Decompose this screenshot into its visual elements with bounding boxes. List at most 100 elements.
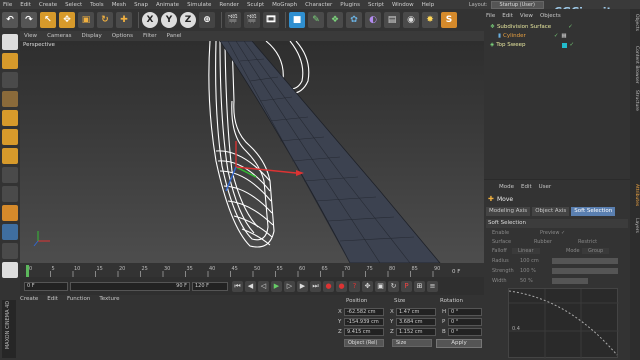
- radius-slider[interactable]: [552, 258, 618, 264]
- om-menu-view[interactable]: View: [520, 13, 533, 19]
- object-row-top-sweep[interactable]: ◈ Top Sweep ✓: [490, 42, 574, 48]
- locked-workplane-icon[interactable]: [2, 243, 18, 259]
- rotation-key-icon[interactable]: ↻: [388, 280, 399, 292]
- cube-primitive-icon[interactable]: ■: [289, 12, 305, 28]
- vp-menu-options[interactable]: Options: [112, 33, 133, 39]
- next-key-icon[interactable]: ▶: [297, 280, 308, 292]
- subdivision-surface-icon[interactable]: ❖: [327, 12, 343, 28]
- falloff-curve-graph[interactable]: [508, 288, 619, 359]
- model-mode-icon[interactable]: [2, 53, 18, 69]
- render-settings-icon[interactable]: 🎞: [263, 12, 279, 28]
- om-menu-file[interactable]: File: [486, 13, 495, 19]
- vp-menu-cameras[interactable]: Cameras: [47, 33, 71, 39]
- move-tool-icon[interactable]: ✥: [59, 12, 75, 28]
- goto-end-icon[interactable]: ⏭: [310, 280, 321, 292]
- menu-create[interactable]: Create: [39, 2, 57, 8]
- vp-menu-panel[interactable]: Panel: [167, 33, 182, 39]
- object-name[interactable]: Top Sweep: [496, 42, 525, 48]
- material-tag-icon[interactable]: [561, 42, 567, 48]
- size-y-field[interactable]: 3.684 cm: [396, 318, 436, 326]
- tweak-mode-icon[interactable]: [2, 186, 18, 202]
- am-menu-edit[interactable]: Edit: [521, 184, 532, 190]
- menu-mesh[interactable]: Mesh: [112, 2, 126, 8]
- play-icon[interactable]: ▶: [271, 280, 282, 292]
- scale-tool-icon[interactable]: ▣: [78, 12, 94, 28]
- mat-menu-texture[interactable]: Texture: [99, 296, 119, 302]
- mode-dropdown[interactable]: Group: [582, 248, 610, 254]
- x-axis-lock-icon[interactable]: X: [142, 12, 158, 28]
- position-x-field[interactable]: -62.582 cm: [344, 308, 384, 316]
- start-frame-field[interactable]: 0 F: [24, 281, 68, 291]
- visibility-dot-icon[interactable]: [561, 25, 565, 29]
- record-key-icon[interactable]: ●: [323, 280, 334, 292]
- position-y-field[interactable]: -154.939 cm: [344, 318, 384, 326]
- autokey-icon[interactable]: ●: [336, 280, 347, 292]
- camera-icon[interactable]: ◉: [403, 12, 419, 28]
- menu-character[interactable]: Character: [305, 2, 332, 8]
- rotation-h-field[interactable]: 0 °: [448, 308, 482, 316]
- menu-plugins[interactable]: Plugins: [340, 2, 360, 8]
- menu-window[interactable]: Window: [392, 2, 414, 8]
- prev-key-icon[interactable]: ◀: [245, 280, 256, 292]
- am-menu-user[interactable]: User: [539, 184, 552, 190]
- recent-tool-icon[interactable]: ✚: [116, 12, 132, 28]
- environment-icon[interactable]: ▤: [384, 12, 400, 28]
- object-row-cylinder[interactable]: ▮ Cylinder ✓ ▦: [498, 33, 567, 39]
- redo-icon[interactable]: ↷: [21, 12, 37, 28]
- pla-key-icon[interactable]: ⊞: [414, 280, 425, 292]
- polygons-mode-icon[interactable]: [2, 148, 18, 164]
- position-key-icon[interactable]: ✥: [362, 280, 373, 292]
- deformer-icon[interactable]: ◐: [365, 12, 381, 28]
- frame-range-slider[interactable]: 90 F: [70, 281, 190, 291]
- pen-spline-icon[interactable]: ✎: [308, 12, 324, 28]
- menu-select[interactable]: Select: [65, 2, 82, 8]
- menu-simulate[interactable]: Simulate: [187, 2, 211, 8]
- side-tab-content-browser[interactable]: Content Browser: [631, 46, 639, 84]
- rotation-b-field[interactable]: 0 °: [448, 328, 482, 336]
- scale-key-icon[interactable]: ▣: [375, 280, 386, 292]
- mat-menu-edit[interactable]: Edit: [47, 296, 58, 302]
- coordinate-system-icon[interactable]: ⊕: [199, 12, 215, 28]
- prev-frame-icon[interactable]: ◁: [258, 280, 269, 292]
- enable-snap-icon[interactable]: [2, 205, 18, 221]
- axis-mode-icon[interactable]: [2, 167, 18, 183]
- tab-object-axis[interactable]: Object Axis: [532, 207, 570, 216]
- menu-tools[interactable]: Tools: [90, 2, 104, 8]
- keyframe-selection-icon[interactable]: ?: [349, 280, 360, 292]
- rotation-p-field[interactable]: 0 °: [448, 318, 482, 326]
- points-mode-icon[interactable]: [2, 110, 18, 126]
- side-tab-structure[interactable]: Structure: [631, 90, 639, 111]
- texture-mode-icon[interactable]: [2, 72, 18, 88]
- coordinate-mode-dropdown[interactable]: Object (Rel): [344, 339, 384, 347]
- planar-workplane-icon[interactable]: [2, 262, 18, 278]
- menu-mograph[interactable]: MoGraph: [272, 2, 297, 8]
- menu-animate[interactable]: Animate: [156, 2, 179, 8]
- side-tab-objects[interactable]: Objects: [631, 14, 639, 31]
- timeline-ruler[interactable]: 0 5 10 15 20 25 30 35 40 45 50 55 60 65 70 75 80 85 90 0 F: [20, 263, 484, 277]
- object-name[interactable]: Subdivision Surface: [497, 24, 551, 30]
- menu-render[interactable]: Render: [219, 2, 239, 8]
- goto-start-icon[interactable]: ⏮: [232, 280, 243, 292]
- side-tab-attributes[interactable]: Attributes: [631, 184, 639, 206]
- tab-soft-selection[interactable]: Soft Selection: [571, 207, 616, 216]
- width-slider[interactable]: [552, 278, 588, 284]
- cloner-icon[interactable]: ✿: [346, 12, 362, 28]
- menu-sculpt[interactable]: Sculpt: [247, 2, 264, 8]
- make-editable-icon[interactable]: [2, 34, 18, 50]
- light-icon[interactable]: ✸: [422, 12, 438, 28]
- live-selection-icon[interactable]: ↖: [40, 12, 56, 28]
- material-manager[interactable]: [0, 295, 336, 360]
- undo-icon[interactable]: ↶: [2, 12, 18, 28]
- width-field[interactable]: 50 %: [520, 278, 533, 284]
- size-z-field[interactable]: 1.152 cm: [396, 328, 436, 336]
- strength-slider[interactable]: [552, 268, 618, 274]
- object-name[interactable]: Cylinder: [503, 33, 526, 39]
- vp-menu-view[interactable]: View: [24, 33, 37, 39]
- workplane-icon[interactable]: [2, 224, 18, 240]
- perspective-viewport[interactable]: [20, 41, 484, 263]
- workplane-mode-icon[interactable]: [2, 91, 18, 107]
- radius-field[interactable]: 100 cm: [520, 258, 539, 264]
- playhead[interactable]: [26, 265, 29, 277]
- vp-menu-display[interactable]: Display: [82, 33, 102, 39]
- tab-modeling-axis[interactable]: Modeling Axis: [486, 207, 531, 216]
